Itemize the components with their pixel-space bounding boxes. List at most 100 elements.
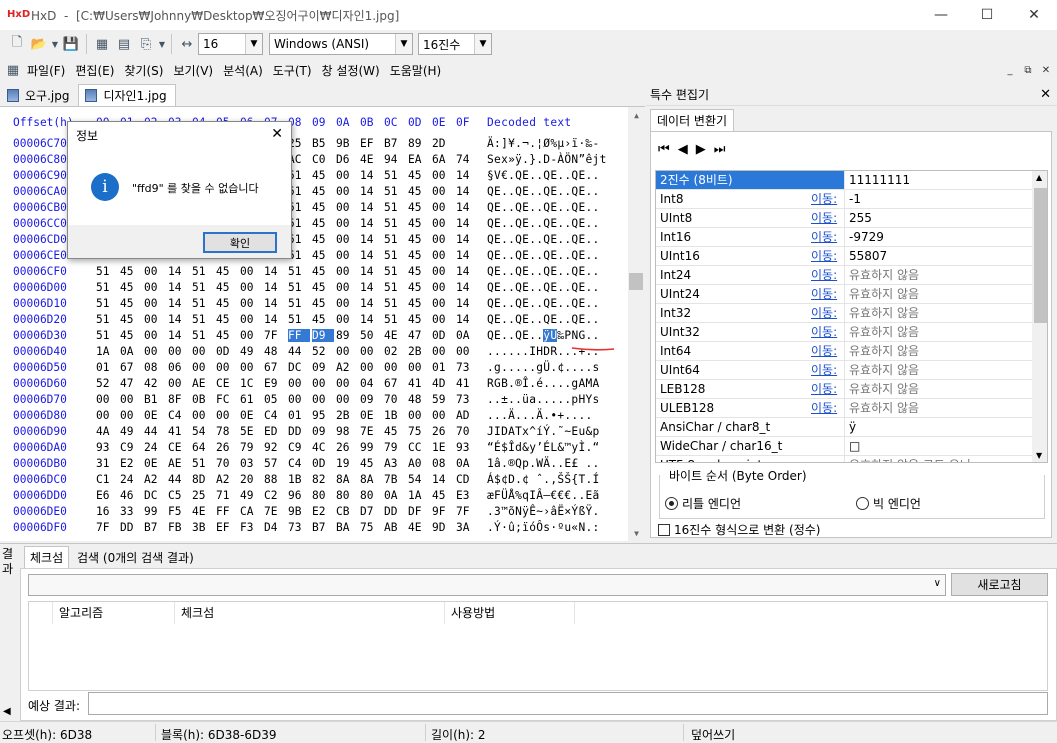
hex-byte[interactable]: A2 [144, 473, 166, 486]
last-icon[interactable]: ⏭ [714, 142, 726, 157]
hex-byte[interactable]: 00 [240, 297, 262, 310]
hex-byte[interactable]: 00 [144, 265, 166, 278]
hex-byte[interactable]: 00 [168, 377, 190, 390]
hex-byte[interactable]: 44 [144, 425, 166, 438]
hex-byte[interactable]: 79 [384, 441, 406, 454]
hex-byte[interactable]: 00 [144, 313, 166, 326]
tab-checksum[interactable]: 체크섬 [24, 546, 70, 568]
hex-byte[interactable]: 00 [144, 297, 166, 310]
hex-byte[interactable]: 71 [216, 489, 238, 502]
hex-byte[interactable]: 96 [288, 489, 310, 502]
hex-byte[interactable]: 7F [96, 521, 118, 534]
decoded-text[interactable]: .g.....gÜ.¢....s [487, 361, 600, 374]
hex-byte[interactable]: 01 [288, 409, 310, 422]
hex-byte[interactable]: 45 [312, 169, 334, 182]
decoded-text[interactable]: “É$Îd&y’ÉL&™yÌ.“ [487, 441, 600, 454]
decoded-text[interactable]: Á$¢D.¢ ˆ.‚ŠŠ{T.Í [487, 473, 600, 486]
inspector-row[interactable]: UInt24 이동: 유효하지 않음 [656, 285, 1032, 304]
hex-byte[interactable]: F3 [240, 521, 262, 534]
hex-byte[interactable]: 45 [408, 265, 430, 278]
goto-link[interactable]: 이동: [811, 247, 837, 265]
hex-byte[interactable]: CE [168, 441, 190, 454]
hex-byte[interactable]: CD [456, 473, 478, 486]
hex-byte[interactable]: 00 [336, 313, 358, 326]
hex-byte[interactable]: 00 [336, 393, 358, 406]
hex-byte[interactable]: 00 [432, 249, 454, 262]
hex-byte[interactable]: FF [288, 329, 310, 342]
hex-byte[interactable]: 00 [336, 233, 358, 246]
dialog-close-icon[interactable]: ✕ [271, 126, 283, 142]
hex-byte[interactable]: 14 [456, 217, 478, 230]
hex-byte[interactable]: 82 [312, 473, 334, 486]
hex-byte[interactable]: 45 [120, 297, 142, 310]
hex-byte[interactable]: 00 [240, 329, 262, 342]
hex-byte[interactable]: 8D [192, 473, 214, 486]
hex-row[interactable]: 00006D00 51 45 00 14 51 45 00 14 51 45 00 14 51 45 00 14… [0, 281, 628, 297]
hex-byte[interactable]: 00 [336, 249, 358, 262]
hex-byte[interactable]: 45 [312, 297, 334, 310]
scroll-down-icon[interactable]: ▼ [628, 525, 645, 541]
hex-byte[interactable]: 00 [216, 361, 238, 374]
close-icon[interactable]: ✕ [1011, 0, 1057, 30]
minimize-icon[interactable]: — [918, 0, 964, 30]
hex-byte[interactable]: 45 [432, 489, 454, 502]
inspector-row[interactable]: UInt32 이동: 유효하지 않음 [656, 323, 1032, 342]
column-checksum[interactable]: 체크섬 [175, 602, 445, 624]
hex-byte[interactable]: 9B [336, 137, 358, 150]
hex-byte[interactable]: 73 [288, 521, 310, 534]
hex-byte[interactable]: 00 [240, 265, 262, 278]
hex-byte[interactable]: 42 [144, 377, 166, 390]
hex-byte[interactable]: 19 [336, 457, 358, 470]
hex-byte[interactable]: 0A [456, 457, 478, 470]
menu-search[interactable]: 찾기(S) [119, 62, 168, 79]
hex-byte[interactable]: 14 [168, 329, 190, 342]
hex-byte[interactable]: 45 [408, 217, 430, 230]
goto-link[interactable]: 이동: [811, 361, 837, 379]
hex-byte[interactable]: 44 [288, 345, 310, 358]
hex-byte[interactable]: 45 [384, 425, 406, 438]
hex-byte[interactable]: 45 [216, 265, 238, 278]
hex-byte[interactable]: 51 [288, 281, 310, 294]
hex-byte[interactable]: 00 [456, 345, 478, 358]
hex-byte[interactable]: 5E [240, 425, 262, 438]
hex-byte[interactable]: 4E [360, 153, 382, 166]
hex-byte[interactable]: 51 [96, 281, 118, 294]
hex-byte[interactable]: 14 [168, 297, 190, 310]
first-icon[interactable]: ⏮ [658, 142, 670, 157]
hex-byte[interactable]: B5 [312, 137, 334, 150]
hex-byte[interactable]: BA [336, 521, 358, 534]
hex-byte[interactable]: DC [144, 489, 166, 502]
hex-row[interactable]: 00006D80 00 00 0E C4 00 00 0E C4 01 95 2B 0E 1B 00 00 AD… [0, 409, 628, 425]
hex-scrollbar[interactable]: ▲ ▼ [628, 107, 645, 541]
hex-byte[interactable]: 14 [456, 265, 478, 278]
open-folder-icon[interactable]: 📂 [28, 33, 50, 55]
hex-byte[interactable]: 14 [168, 281, 190, 294]
offset-base-select[interactable]: 16진수 ▼ [418, 33, 492, 55]
inspector-row[interactable]: Int16 이동: -9729 [656, 228, 1032, 247]
hex-byte[interactable]: 01 [96, 361, 118, 374]
hex-byte[interactable]: 99 [144, 505, 166, 518]
hex-byte[interactable]: 49 [240, 489, 262, 502]
hex-byte[interactable]: 52 [312, 345, 334, 358]
charset-select[interactable]: Windows (ANSI) ▼ [269, 33, 413, 55]
hex-byte[interactable]: 00 [432, 185, 454, 198]
hex-byte[interactable]: 00 [288, 393, 310, 406]
inspector-row[interactable]: LEB128 이동: 유효하지 않음 [656, 380, 1032, 399]
hex-byte[interactable]: B7 [384, 137, 406, 150]
hex-byte[interactable]: 45 [312, 281, 334, 294]
hex-byte[interactable]: 67 [120, 361, 142, 374]
hex-byte[interactable]: 26 [216, 441, 238, 454]
hex-byte[interactable]: 00 [336, 345, 358, 358]
hex-row[interactable]: 00006DC0 C1 24 A2 44 8D A2 20 88 1B 82 8A 8A 7B 54 14 CD… [0, 473, 628, 489]
hex-byte[interactable]: 0A [120, 345, 142, 358]
hex-byte[interactable]: CE [216, 377, 238, 390]
hex-byte[interactable]: 4A [96, 425, 118, 438]
hex-byte[interactable]: 48 [264, 345, 286, 358]
hex-byte[interactable]: 92 [264, 441, 286, 454]
chevron-down-icon[interactable]: ▼ [395, 34, 412, 54]
hex-byte[interactable]: 80 [336, 489, 358, 502]
inspector-value[interactable]: 유효하지 않음 [844, 380, 1032, 398]
hex-byte[interactable]: CC [408, 441, 430, 454]
hex-byte[interactable]: 14 [432, 473, 454, 486]
hex-byte[interactable]: E2 [312, 505, 334, 518]
